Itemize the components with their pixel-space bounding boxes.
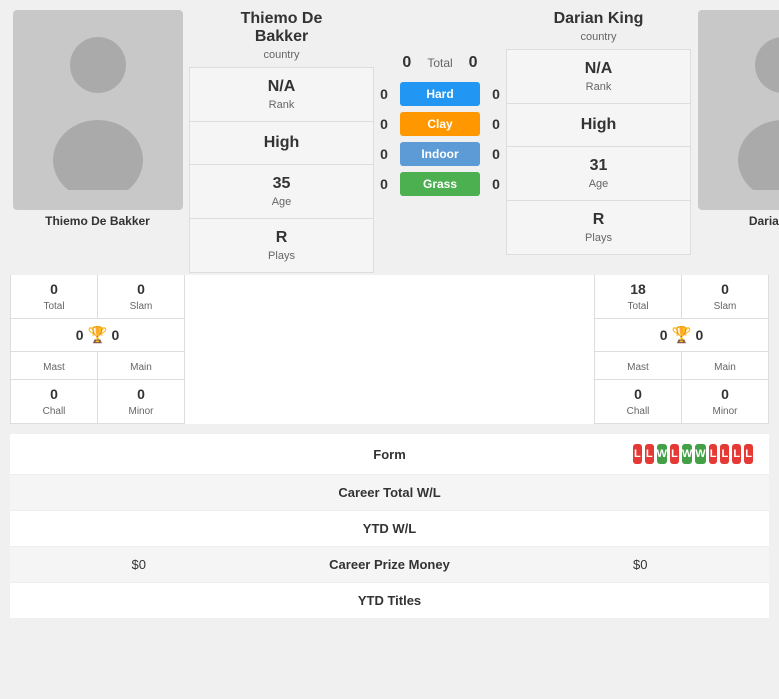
center-spacer bbox=[185, 275, 594, 424]
left-rank-cell: N/A Rank bbox=[190, 68, 373, 122]
right-minor-cell: 0 Minor bbox=[682, 380, 768, 423]
left-high-cell: High bbox=[190, 122, 373, 165]
left-stats-box: N/A Rank High 35 Age R Plays bbox=[189, 67, 374, 273]
form-badge-3: L bbox=[670, 444, 679, 464]
form-badge-6: L bbox=[709, 444, 718, 464]
ytd-titles-label: YTD Titles bbox=[146, 593, 633, 608]
grass-row: 0 Grass 0 bbox=[374, 172, 506, 196]
right-high-cell: High bbox=[507, 104, 690, 147]
right-player-section: Darian King bbox=[695, 10, 779, 228]
right-slam-cell: 0 Slam bbox=[682, 275, 768, 318]
left-mast-label-cell: Mast bbox=[11, 352, 98, 379]
right-country: country bbox=[506, 31, 691, 43]
right-win-stats: 18 Total 0 Slam 0 🏆 0 Mast bbox=[594, 275, 769, 424]
left-minor-cell: 0 Minor bbox=[98, 380, 184, 423]
form-badge-2: W bbox=[657, 444, 667, 464]
left-chall-cell: 0 Chall bbox=[11, 380, 98, 423]
indoor-button[interactable]: Indoor bbox=[400, 142, 480, 166]
left-slam-cell: 0 Slam bbox=[98, 275, 184, 318]
left-player-name: Thiemo De Bakker bbox=[189, 10, 374, 46]
prize-row: $0 Career Prize Money $0 bbox=[10, 547, 769, 583]
prize-label: Career Prize Money bbox=[146, 557, 633, 572]
clay-button[interactable]: Clay bbox=[400, 112, 480, 136]
right-plays-cell: R Plays bbox=[507, 201, 690, 254]
form-badge-7: L bbox=[720, 444, 729, 464]
clay-row: 0 Clay 0 bbox=[374, 112, 506, 136]
grass-button[interactable]: Grass bbox=[400, 172, 480, 196]
ytd-titles-row: YTD Titles bbox=[10, 583, 769, 618]
left-win-stats: 0 Total 0 Slam 0 🏆 0 Mast bbox=[10, 275, 185, 424]
right-rank-cell: N/A Rank bbox=[507, 50, 690, 104]
left-main-label-cell: Main bbox=[98, 352, 184, 379]
left-total-cell: 0 Total bbox=[11, 275, 98, 318]
form-badges: L L W L W W L L L L bbox=[633, 444, 753, 464]
left-stats-card: Thiemo De Bakker country N/A Rank High 3… bbox=[189, 10, 374, 273]
form-badge-4: W bbox=[682, 444, 692, 464]
form-badge-1: L bbox=[645, 444, 654, 464]
left-age-cell: 35 Age bbox=[190, 165, 373, 219]
form-badge-8: L bbox=[732, 444, 741, 464]
form-badge-5: W bbox=[695, 444, 705, 464]
left-player-name-below: Thiemo De Bakker bbox=[45, 214, 150, 228]
form-label: Form bbox=[146, 447, 633, 462]
ytd-wl-label: YTD W/L bbox=[146, 521, 633, 536]
form-row: Form L L W L W W L L L L bbox=[10, 434, 769, 475]
ytd-wl-row: YTD W/L bbox=[10, 511, 769, 547]
total-row: 0 Total 0 bbox=[402, 54, 477, 72]
indoor-row: 0 Indoor 0 bbox=[374, 142, 506, 166]
right-age-cell: 31 Age bbox=[507, 147, 690, 201]
career-wl-label: Career Total W/L bbox=[146, 485, 633, 500]
right-stats-card: Darian King country N/A Rank High 31 Age… bbox=[506, 10, 691, 255]
left-player-section: Thiemo De Bakker bbox=[10, 10, 185, 228]
right-trophy-icon: 🏆 bbox=[672, 325, 692, 345]
hard-button[interactable]: Hard bbox=[400, 82, 480, 106]
left-country: country bbox=[189, 49, 374, 61]
right-stats-box: N/A Rank High 31 Age R Plays bbox=[506, 49, 691, 255]
form-badge-9: L bbox=[744, 444, 753, 464]
left-plays-cell: R Plays bbox=[190, 219, 373, 272]
right-chall-cell: 0 Chall bbox=[595, 380, 682, 423]
career-wl-row: Career Total W/L bbox=[10, 475, 769, 511]
bottom-section: Form L L W L W W L L L L Career Total W/ bbox=[10, 434, 769, 618]
right-total-cell: 18 Total bbox=[595, 275, 682, 318]
main-wrapper: Thiemo De Bakker Thiemo De Bakker countr… bbox=[0, 0, 779, 628]
bottom-player-stats: 0 Total 0 Slam 0 🏆 0 Mast bbox=[10, 275, 769, 424]
right-prize: $0 bbox=[633, 557, 753, 572]
form-badges-container: L L W L W W L L L L bbox=[633, 444, 753, 464]
left-player-photo bbox=[13, 10, 183, 210]
hard-row: 0 Hard 0 bbox=[374, 82, 506, 106]
right-player-name-below: Darian King bbox=[749, 214, 779, 228]
right-mast-label-cell: Mast bbox=[595, 352, 682, 379]
right-main-label-cell: Main bbox=[682, 352, 768, 379]
comparison-section: Thiemo De Bakker Thiemo De Bakker countr… bbox=[10, 10, 769, 273]
right-player-name: Darian King bbox=[506, 10, 691, 28]
right-player-photo bbox=[698, 10, 779, 210]
left-mast-cell: 0 🏆 0 bbox=[11, 319, 184, 351]
form-badge-0: L bbox=[633, 444, 642, 464]
left-prize: $0 bbox=[26, 557, 146, 572]
center-scores: 0 Total 0 0 Hard 0 0 Clay 0 0 Indoor 0 0 bbox=[374, 10, 506, 196]
right-mast-cell: 0 🏆 0 bbox=[595, 319, 768, 351]
left-trophy-icon: 🏆 bbox=[88, 325, 108, 345]
